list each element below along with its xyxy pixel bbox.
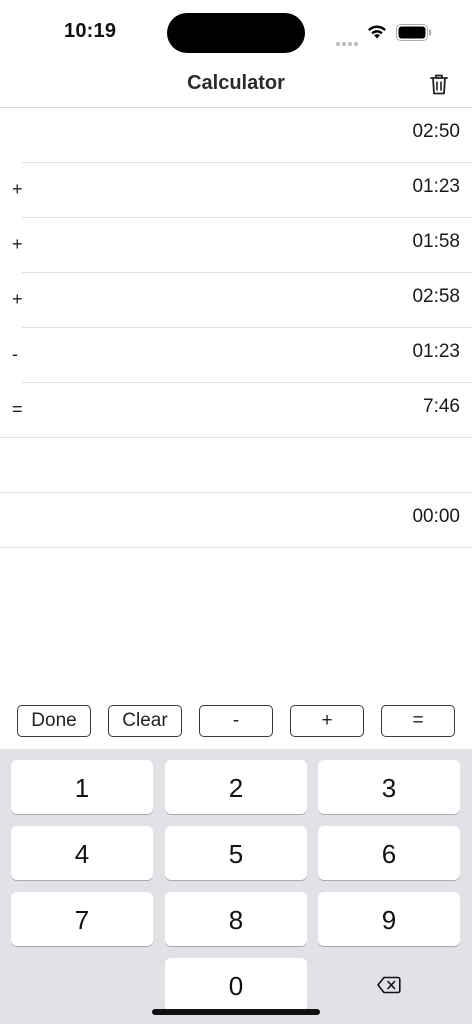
dynamic-island [167, 13, 305, 53]
calculation-row[interactable]: - 01:23 [0, 328, 472, 383]
result-row: = 7:46 [0, 383, 472, 438]
calculation-row[interactable]: + 02:58 [0, 273, 472, 328]
row-value: 01:58 [412, 231, 460, 252]
empty-row [0, 438, 472, 493]
result-value: 7:46 [423, 396, 460, 417]
row-operator: + [12, 234, 23, 254]
status-bar: 10:19 [0, 0, 472, 64]
minus-button[interactable]: - [199, 705, 273, 737]
trash-icon[interactable] [428, 72, 450, 96]
key-8[interactable]: 8 [165, 892, 307, 946]
battery-icon [396, 24, 432, 41]
page-title: Calculator [187, 72, 285, 94]
home-indicator[interactable] [152, 1009, 320, 1015]
calculation-row[interactable]: 02:50 [0, 108, 472, 163]
key-5[interactable]: 5 [165, 826, 307, 880]
row-value: 01:23 [412, 341, 460, 362]
time-input[interactable]: 00:00 [412, 506, 460, 528]
key-1[interactable]: 1 [11, 760, 153, 814]
key-2[interactable]: 2 [165, 760, 307, 814]
calculator-screen: 10:19 Calculator 02:50 + 01:23 + 01:58 +… [0, 0, 472, 1024]
cellular-signal-icon [336, 33, 360, 46]
key-3[interactable]: 3 [318, 760, 460, 814]
equals-button[interactable]: = [381, 705, 455, 737]
backspace-icon [377, 976, 401, 994]
key-7[interactable]: 7 [11, 892, 153, 946]
delete-key[interactable] [318, 958, 460, 1012]
row-value: 01:23 [412, 176, 460, 197]
row-value: 02:58 [412, 286, 460, 307]
row-value: 02:50 [412, 121, 460, 142]
row-operator: + [12, 289, 23, 309]
calculation-row[interactable]: + 01:23 [0, 163, 472, 218]
row-divider [0, 547, 472, 548]
key-9[interactable]: 9 [318, 892, 460, 946]
wifi-icon [368, 25, 386, 39]
number-keypad: 1 2 3 4 5 6 7 8 9 0 [0, 749, 472, 1024]
row-operator: + [12, 179, 23, 199]
keyboard-toolbar: Done Clear - + = [0, 705, 472, 741]
row-operator: - [12, 344, 18, 364]
key-blank [11, 958, 153, 1012]
clear-button[interactable]: Clear [108, 705, 182, 737]
key-0[interactable]: 0 [165, 958, 307, 1012]
calculation-list: 02:50 + 01:23 + 01:58 + 02:58 - 01:23 = … [0, 108, 472, 548]
navigation-bar: Calculator [0, 64, 472, 108]
key-4[interactable]: 4 [11, 826, 153, 880]
status-time: 10:19 [64, 20, 117, 42]
done-button[interactable]: Done [17, 705, 91, 737]
plus-button[interactable]: + [290, 705, 364, 737]
input-row[interactable]: 00:00 [0, 493, 472, 548]
key-6[interactable]: 6 [318, 826, 460, 880]
row-operator: = [12, 399, 23, 419]
calculation-row[interactable]: + 01:58 [0, 218, 472, 273]
